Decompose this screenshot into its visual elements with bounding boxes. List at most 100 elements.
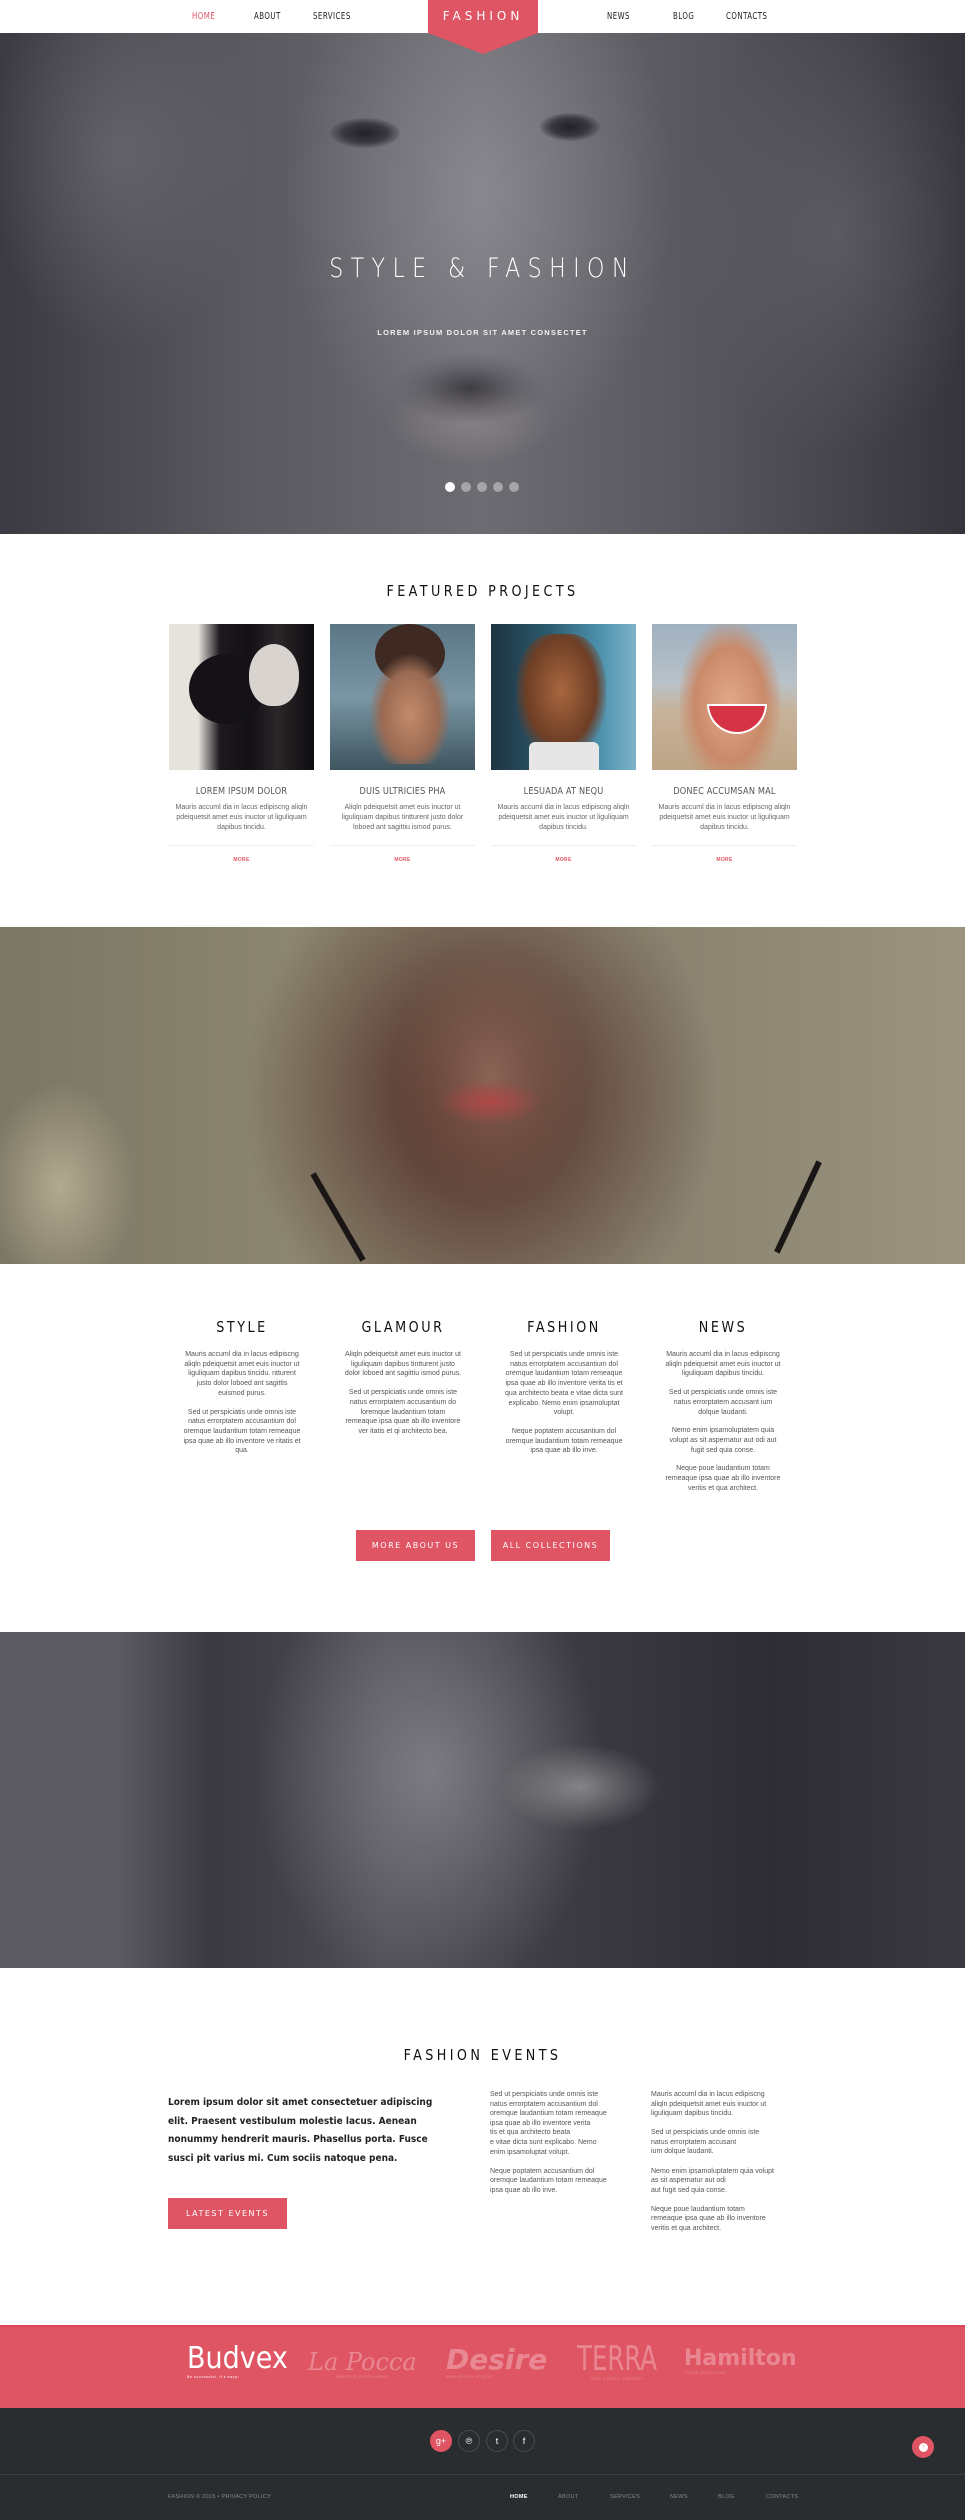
column-paragraph: Mauris accuml dia in lacus edipiscng ali… [665, 1351, 781, 1378]
hero-photo-lips [395, 353, 545, 423]
events-column-3: Mauris accuml dia in lacus edipiscng ali… [651, 2090, 781, 2243]
divider [169, 845, 314, 846]
hero-subtitle: LOREM IPSUM DOLOR SIT AMET CONSECTET [377, 328, 588, 337]
photo-shape [249, 644, 299, 706]
divider [491, 845, 636, 846]
events-paragraph: Neque poptatem accusantium dol oremque l… [490, 2167, 607, 2194]
nav-blog[interactable]: BLOG [673, 11, 694, 22]
copyright-text: FASHION © 2015 • PRIVACY POLICY [168, 2494, 272, 2500]
column-paragraph: Sed ut perspiciatis unde omnis iste natu… [183, 1408, 301, 1455]
more-about-us-button[interactable]: MORE ABOUT US [356, 1530, 475, 1561]
column-paragraph: Sed ut perspiciatis unde omnis iste natu… [345, 1389, 461, 1435]
brand-name: Desire [446, 2343, 548, 2376]
project-more-link[interactable]: MORE [330, 857, 475, 863]
brand-name: Budvex [187, 2341, 288, 2376]
footer-nav-news[interactable]: NEWS [670, 2494, 688, 2500]
project-title: LOREM IPSUM DOLOR [195, 786, 288, 797]
slider-dot-1[interactable] [445, 482, 455, 492]
project-description: Aliqln pdeiquetsit amet euis inuctor ut … [341, 804, 464, 831]
project-image[interactable] [491, 624, 636, 770]
brand-logo-lapocca[interactable]: La Pocca SEAFOOD RESTAURANT [308, 2349, 417, 2379]
column-paragraph: Sed ut perspiciatis unde omnis iste natu… [505, 1351, 623, 1417]
footer-nav-blog[interactable]: BLOG [718, 2494, 734, 2500]
project-image[interactable] [652, 624, 797, 770]
hero-photo-eye-left [330, 118, 400, 148]
column-title: STYLE [216, 1318, 268, 1336]
project-description: Mauris accuml dia in lacus edipiscng ali… [497, 804, 630, 831]
column-paragraph: Mauris accuml dia in lacus edipiscng ali… [184, 1351, 300, 1397]
divider [652, 845, 797, 846]
photo-shape [370, 654, 450, 764]
slider-dot-3[interactable] [477, 482, 487, 492]
footer-nav-contacts[interactable]: CONTACTS [766, 2494, 798, 2500]
parallax-banner-profile [0, 1632, 965, 1968]
nav-about[interactable]: ABOUT [254, 11, 281, 22]
project-image[interactable] [330, 624, 475, 770]
column-paragraph: Nemo enim ipsamoluptatem quia volupt as … [669, 1427, 777, 1454]
events-paragraph: Mauris accuml dia in lacus edipiscng ali… [651, 2091, 767, 2118]
events-paragraph: Neque poue laudantium totam remeaque ips… [651, 2205, 766, 2233]
events-paragraph: Nemo enim ipsamoluptatem quia volupt as … [651, 2167, 774, 2194]
arrow-up-icon: ↑ [918, 2442, 928, 2452]
pinterest-icon[interactable]: ℗ [458, 2430, 480, 2452]
nav-contacts[interactable]: CONTACTS [726, 11, 767, 22]
slider-pagination [445, 482, 519, 492]
info-column-style: STYLE Mauris accuml dia in lacus edipisc… [183, 1318, 301, 1465]
footer-nav-services[interactable]: SERVICES [610, 2494, 640, 2500]
photo-shape [310, 1172, 366, 1262]
latest-events-button[interactable]: LATEST EVENTS [168, 2198, 287, 2229]
project-card: LOREM IPSUM DOLOR Mauris accuml dia in l… [169, 624, 314, 863]
footer-nav-about[interactable]: ABOUT [558, 2494, 578, 2500]
brand-logo-terra[interactable]: TERRA REAL ESTATE COMPANY [567, 2341, 667, 2381]
facebook-icon[interactable]: f [513, 2430, 535, 2452]
brand-name: TERRA [577, 2339, 658, 2379]
column-paragraph: Sed ut perspiciatis unde omnis iste natu… [668, 1389, 778, 1416]
brand-logo-desire[interactable]: Desire WEB DESIGN STUDIO [446, 2343, 548, 2380]
project-card: LESUADA AT NEQU Mauris accuml dia in lac… [491, 624, 636, 863]
nav-services[interactable]: SERVICES [313, 11, 351, 22]
project-card: DUIS ULTRICIES PHA Aliqln pdeiquetsit am… [330, 624, 475, 863]
project-description: Mauris accuml dia in lacus edipiscng ali… [658, 804, 791, 831]
photo-shape [680, 624, 780, 770]
all-collections-button[interactable]: ALL COLLECTIONS [491, 1530, 610, 1561]
photo-shape [774, 1160, 822, 1254]
nav-home[interactable]: HOME [192, 11, 215, 22]
logo-text: FASHION [442, 9, 524, 23]
featured-title: FEATURED PROJECTS [386, 582, 579, 600]
footer-nav-home[interactable]: HOME [510, 2494, 528, 2500]
column-paragraph: Neque poptatem accusantium dol oremque l… [505, 1427, 623, 1455]
project-title: DONEC ACCUMSAN MAL [673, 786, 776, 797]
slider-dot-4[interactable] [493, 482, 503, 492]
column-title: GLAMOUR [361, 1318, 445, 1336]
project-description: Mauris accuml dia in lacus edipiscng ali… [175, 804, 308, 831]
brand-logos-strip: Budvex Be successful, it's easy! La Pocc… [0, 2325, 965, 2408]
google-plus-icon[interactable]: g+ [430, 2430, 452, 2452]
nav-news[interactable]: NEWS [607, 11, 630, 22]
footer-divider [0, 2474, 965, 2475]
column-title: NEWS [698, 1318, 748, 1336]
parallax-banner-curly-hair [0, 927, 965, 1264]
project-more-link[interactable]: MORE [652, 857, 797, 863]
brand-name: La Pocca [308, 2348, 417, 2376]
info-column-fashion: FASHION Sed ut perspiciatis unde omnis i… [505, 1318, 623, 1465]
logo[interactable]: FASHION [428, 0, 538, 54]
brand-tagline: FRESH SOLUTIONS [684, 2371, 727, 2375]
divider [330, 845, 475, 846]
twitter-icon[interactable]: t [486, 2430, 508, 2452]
slider-dot-5[interactable] [509, 482, 519, 492]
slider-dot-2[interactable] [461, 482, 471, 492]
events-lead-text: Lorem ipsum dolor sit amet consectetuer … [168, 2097, 433, 2164]
scroll-to-top-button[interactable]: ↑ [912, 2436, 934, 2458]
column-title: FASHION [527, 1318, 601, 1336]
events-paragraph: Sed ut perspiciatis unde omnis iste natu… [490, 2091, 607, 2156]
project-more-link[interactable]: MORE [491, 857, 636, 863]
site-footer: g+ ℗ t f ↑ [0, 2408, 965, 2520]
brand-logo-hamilton[interactable]: Hamilton FRESH SOLUTIONS [684, 2347, 797, 2376]
project-more-link[interactable]: MORE [169, 857, 314, 863]
column-paragraph: Neque poue laudantium totam remeaque ips… [665, 1465, 781, 1492]
project-title: LESUADA AT NEQU [523, 786, 604, 797]
hero-title: STYLE & FASHION [329, 253, 636, 284]
brand-logo-budvex[interactable]: Budvex Be successful, it's easy! [187, 2341, 288, 2380]
column-paragraph: Aliqln pdeiquetsit amet euis inuctor ut … [344, 1351, 462, 1378]
project-image[interactable] [169, 624, 314, 770]
